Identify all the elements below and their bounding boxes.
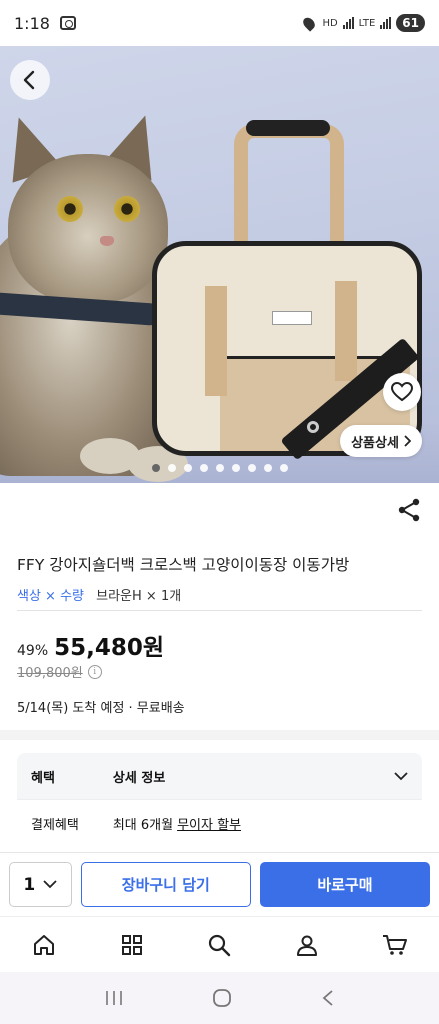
add-to-cart-button[interactable]: 장바구니 담기 [80,862,251,907]
tab-home[interactable] [22,923,66,967]
product-title: FFY 강아지숄더백 크로스백 고양이이동장 이동가방 [17,556,350,574]
cat-eye [114,196,140,222]
carousel-indicator [0,464,439,472]
location-icon [301,14,318,32]
tab-search[interactable] [197,923,241,967]
carousel-dot[interactable] [279,464,288,472]
wishlist-button[interactable] [383,373,421,411]
benefit-header-label: 혜택 [31,770,55,786]
back-button[interactable] [10,60,50,100]
battery-indicator: 61 [396,14,425,32]
carousel-dot[interactable] [183,464,192,472]
hd-label: HD [322,17,338,29]
cart-icon [383,934,408,955]
purchase-action-bar: 1 장바구니 담기 바로구매 [0,852,439,916]
search-icon [209,934,231,956]
bag-strap [335,281,357,381]
benefit-table: 혜택 상세 정보 결제혜택 최대 6개월 무이자 할부 [17,753,422,847]
delivery-info: 5/14(목) 도착 예정 · 무료배송 [17,701,185,716]
selected-option[interactable]: 색상 × 수량 브라운H × 1개 [17,585,181,604]
home-nav-icon[interactable] [212,988,232,1008]
bottom-tab-bar [0,916,439,972]
grid-icon [121,934,142,955]
signal-icon-2 [380,17,392,29]
cat-head [8,154,168,304]
screenshot-icon [59,16,76,30]
chevron-down-icon[interactable] [394,771,408,781]
benefit-row-label: 결제혜택 [31,818,79,833]
original-price: 109,800원 [17,666,83,681]
divider [17,610,422,611]
carousel-dot[interactable] [263,464,272,472]
chevron-left-icon [23,70,35,90]
status-time: 1:18 [14,13,50,33]
cat-eye [57,196,83,222]
share-icon[interactable] [396,497,422,523]
discount-rate: 49% [17,643,49,659]
tab-my[interactable] [285,923,329,967]
price-row: 49% 55,480원 [17,628,164,662]
product-image[interactable] [0,46,439,483]
carousel-dot[interactable] [199,464,208,472]
benefit-row-payment: 결제혜택 최대 6개월 무이자 할부 [17,799,422,847]
tab-category[interactable] [110,923,154,967]
back-nav-icon[interactable] [321,989,335,1007]
carousel-dot[interactable] [231,464,240,472]
user-icon [297,935,318,956]
option-value: 브라운H × 1개 [96,589,182,604]
product-detail-label: 상품상세 [351,435,399,451]
carousel-dot[interactable] [215,464,224,472]
quantity-select[interactable]: 1 [9,862,72,907]
lte-label: LTE [358,17,376,29]
bag-brand-label [272,311,312,325]
section-separator [0,730,439,740]
status-icons: HD LTE 61 [301,14,425,32]
chevron-down-icon [43,880,57,889]
benefit-header-detail: 상세 정보 [112,770,166,786]
option-key: 색상 × 수량 [17,589,84,604]
heart-icon [391,382,413,402]
sale-price: 55,480원 [54,635,165,661]
product-detail-button[interactable]: 상품상세 [340,425,422,457]
tab-cart[interactable] [373,923,417,967]
system-navigation-bar [0,972,439,1024]
benefit-header[interactable]: 혜택 상세 정보 [17,753,422,799]
status-bar: 1:18 HD LTE 61 [0,0,439,46]
cat-nose [100,236,114,246]
benefit-row-text: 최대 6개월 [112,818,174,833]
home-icon [33,934,54,955]
bag-ring [307,421,319,433]
chevron-right-icon [404,435,411,447]
installment-link[interactable]: 무이자 할부 [177,814,241,833]
carousel-dot[interactable] [247,464,256,472]
recent-apps-icon[interactable] [104,989,124,1007]
signal-icon [342,17,354,29]
carousel-dot[interactable] [151,464,160,472]
quantity-value: 1 [23,874,36,895]
original-price-row: 109,800원 i [17,662,102,681]
bag-handle-grip [246,120,330,136]
bag-strap [205,286,227,396]
buy-now-button[interactable]: 바로구매 [259,862,430,907]
carousel-dot[interactable] [167,464,176,472]
info-icon[interactable]: i [87,664,102,679]
